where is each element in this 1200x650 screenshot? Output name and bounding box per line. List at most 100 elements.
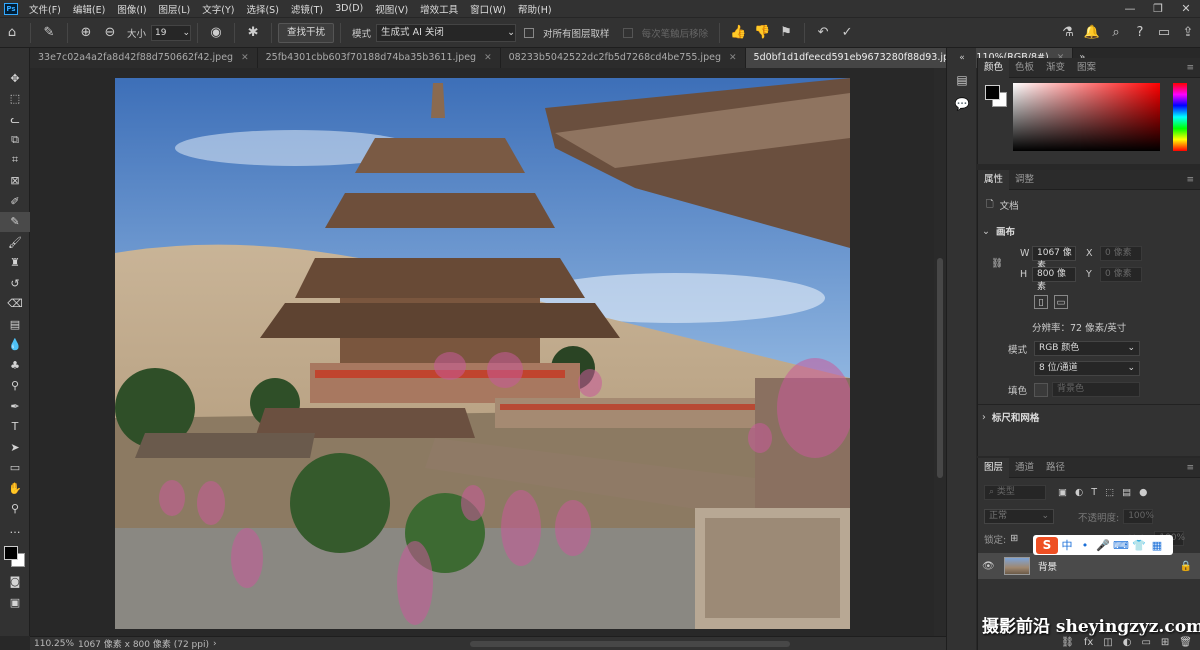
history-brush-tool-icon[interactable]: ↺	[0, 273, 30, 294]
menu-file[interactable]: 文件(F)	[24, 2, 68, 16]
crop-tool-icon[interactable]: ⌗	[0, 150, 30, 171]
tab-adjustments[interactable]: 调整	[1009, 170, 1040, 190]
ime-skin-icon[interactable]: 👕	[1130, 539, 1148, 552]
tab-properties[interactable]: 属性	[978, 169, 1010, 190]
hue-slider[interactable]	[1173, 83, 1187, 151]
chevron-right-icon[interactable]: ›	[213, 639, 217, 649]
tab-patterns[interactable]: 图案	[1071, 58, 1102, 78]
pen-tool-icon[interactable]: ✒	[0, 396, 30, 417]
menu-view[interactable]: 视图(V)	[370, 2, 415, 16]
type-tool-icon[interactable]: T	[0, 417, 30, 438]
help-icon[interactable]: ?	[1128, 21, 1152, 45]
filter-pixel-icon[interactable]: ▣	[1058, 487, 1067, 498]
flask-icon[interactable]: ⚗	[1056, 21, 1080, 45]
pressure-icon[interactable]: ◉	[204, 21, 228, 45]
width-field[interactable]: 1067 像素	[1032, 246, 1076, 271]
opacity-field[interactable]: 100%	[1123, 509, 1154, 524]
add-mask-icon[interactable]: ◫	[1103, 637, 1112, 648]
tab-layers[interactable]: 图层	[978, 457, 1010, 478]
filter-shape-icon[interactable]: ⬚	[1105, 487, 1114, 498]
color-swatches[interactable]	[0, 540, 30, 572]
layer-filter-select[interactable]: ⌕ 类型	[984, 485, 1046, 500]
fill-select[interactable]: 背景色	[1052, 382, 1140, 397]
new-layer-icon[interactable]: ⊞	[1161, 637, 1169, 648]
rectangle-tool-icon[interactable]: ▭	[0, 458, 30, 479]
blend-mode-select[interactable]: 正常 ⌄	[984, 509, 1054, 524]
undo-icon[interactable]: ↶	[811, 21, 835, 45]
landscape-orientation-icon[interactable]: ▭	[1054, 295, 1068, 309]
move-tool-icon[interactable]: ✥	[0, 68, 30, 89]
marquee-tool-icon[interactable]: ⬚	[0, 89, 30, 110]
chevron-down-icon[interactable]: ⌄	[982, 226, 990, 237]
workspace-icon[interactable]: ▭	[1152, 21, 1176, 45]
filter-toggle-icon[interactable]: ●	[1139, 487, 1147, 498]
add-stroke-icon[interactable]: ⊕	[74, 21, 98, 45]
subtract-stroke-icon[interactable]: ⊖	[98, 21, 122, 45]
panel-menu-icon[interactable]: ≡	[1186, 175, 1200, 185]
settings-gear-icon[interactable]: ✱	[241, 21, 265, 45]
x-field[interactable]: 0 像素	[1100, 246, 1142, 261]
filter-type-icon[interactable]: T	[1091, 487, 1097, 498]
eyedropper-tool-icon[interactable]: ✐	[0, 191, 30, 212]
close-window-button[interactable]: ✕	[1172, 0, 1200, 17]
share-icon[interactable]: ⇪	[1176, 21, 1200, 45]
ime-punctuation-icon[interactable]: •	[1076, 539, 1094, 552]
size-input[interactable]: 19 ⌄	[151, 24, 192, 41]
collapse-icon[interactable]: «	[947, 48, 977, 68]
scrollbar-thumb[interactable]	[937, 258, 943, 478]
height-field[interactable]: 800 像素	[1032, 267, 1076, 292]
quick-mask-icon[interactable]: ◙	[0, 572, 30, 593]
flag-icon[interactable]: ⚑	[774, 21, 798, 45]
mode-select[interactable]: 生成式 AI 关闭 ⌄	[376, 23, 517, 42]
close-icon[interactable]: ✕	[241, 48, 249, 68]
menu-type[interactable]: 文字(Y)	[197, 2, 241, 16]
comments-panel-icon[interactable]: 💬	[947, 92, 977, 116]
find-distractions-button[interactable]: 查找干扰	[278, 22, 335, 43]
menu-3d[interactable]: 3D(D)	[330, 3, 370, 14]
ime-toolbar[interactable]: S 中 • 🎤 ⌨ 👕 ▦	[1033, 535, 1173, 555]
menu-layer[interactable]: 图层(L)	[154, 2, 198, 16]
menu-image[interactable]: 图像(I)	[112, 2, 153, 16]
close-icon[interactable]: ✕	[484, 48, 492, 68]
document-canvas[interactable]	[115, 78, 850, 629]
y-field[interactable]: 0 像素	[1100, 267, 1142, 282]
tab-paths[interactable]: 路径	[1040, 458, 1071, 478]
tab-document-3[interactable]: 08233b5042522dc2fb5d7268cd4be755.jpeg ✕	[500, 48, 746, 68]
minimize-button[interactable]: —	[1116, 0, 1144, 17]
ime-logo[interactable]: S	[1036, 536, 1058, 554]
ime-keyboard-icon[interactable]: ⌨	[1112, 539, 1130, 552]
canvas-area[interactable]	[30, 68, 946, 636]
thumbs-up-icon[interactable]: 👍	[726, 21, 750, 45]
frame-tool-icon[interactable]: ⊠	[0, 171, 30, 192]
lock-pixels-icon[interactable]: ⊞	[1010, 533, 1018, 544]
link-layers-icon[interactable]: ⛓	[1061, 637, 1074, 648]
foreground-swatch[interactable]	[985, 85, 1000, 100]
layer-style-icon[interactable]: fx	[1084, 637, 1093, 648]
foreground-color[interactable]	[4, 545, 18, 560]
tab-channels[interactable]: 通道	[1009, 458, 1040, 478]
menu-filter[interactable]: 滤镜(T)	[286, 2, 330, 16]
menu-edit[interactable]: 编辑(E)	[68, 2, 112, 16]
filter-smart-icon[interactable]: ▤	[1122, 487, 1131, 498]
portrait-orientation-icon[interactable]: ▯	[1034, 295, 1048, 309]
menu-window[interactable]: 窗口(W)	[465, 2, 513, 16]
menu-help[interactable]: 帮助(H)	[513, 2, 559, 16]
screen-mode-icon[interactable]: ▣	[0, 592, 30, 613]
delete-layer-icon[interactable]: 🗑	[1179, 637, 1192, 648]
eraser-tool-icon[interactable]: ⌫	[0, 294, 30, 315]
thumbs-down-icon[interactable]: 👎	[750, 21, 774, 45]
tab-color[interactable]: 颜色	[978, 57, 1010, 78]
menu-select[interactable]: 选择(S)	[241, 2, 285, 16]
sample-all-layers-checkbox[interactable]	[524, 27, 535, 38]
new-adjustment-icon[interactable]: ◐	[1123, 637, 1132, 648]
remove-tool-icon[interactable]: ✎	[0, 211, 30, 232]
sponge-tool-icon[interactable]: ⚲	[0, 376, 30, 397]
tab-document-2[interactable]: 25fb4301cbb603f70188d74ba35b3611.jpeg ✕	[257, 48, 501, 68]
history-panel-icon[interactable]: ▤	[947, 68, 977, 92]
bit-depth-select[interactable]: 8 位/通道 ⌄	[1034, 361, 1140, 376]
color-picker-field[interactable]	[1013, 83, 1160, 151]
zoom-level[interactable]: 110.25%	[30, 639, 74, 649]
home-icon[interactable]: ⌂	[0, 21, 24, 45]
tab-swatches[interactable]: 色板	[1009, 58, 1040, 78]
path-select-tool-icon[interactable]: ➤	[0, 437, 30, 458]
